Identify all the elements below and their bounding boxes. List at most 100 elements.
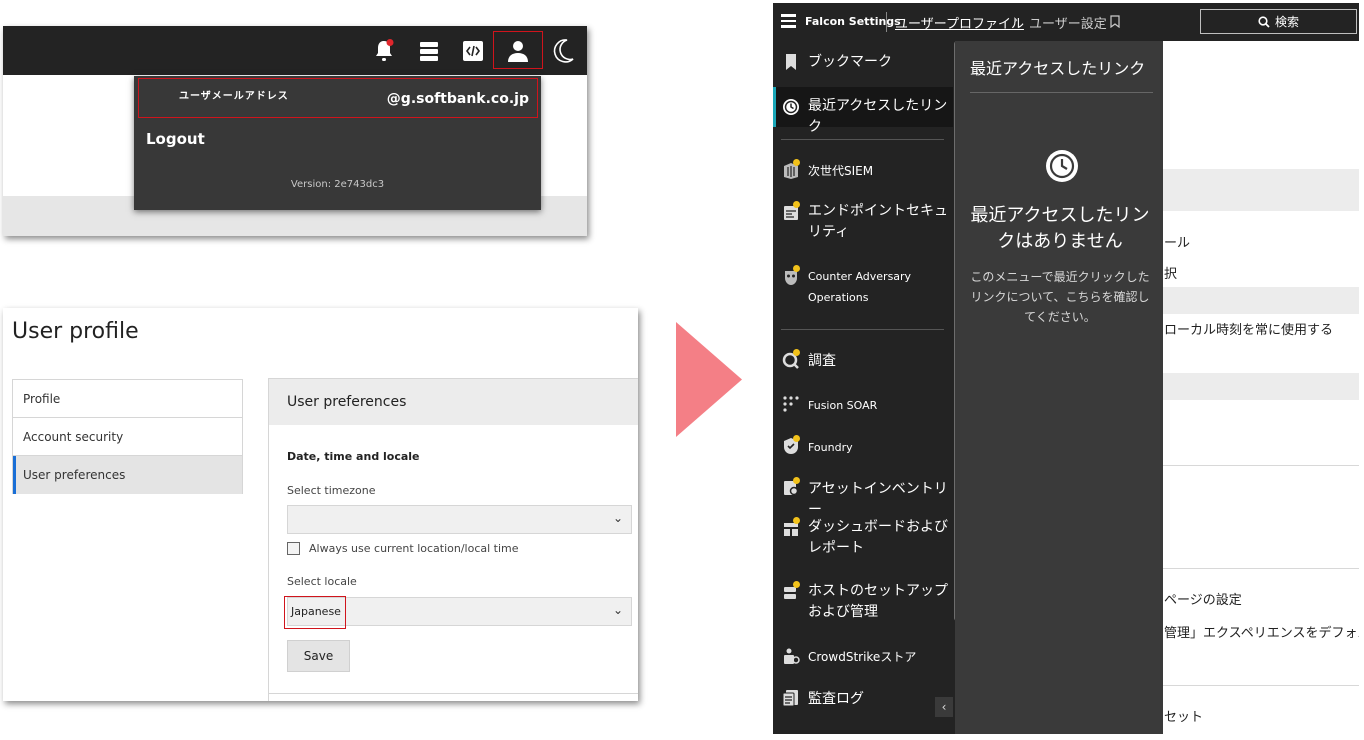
sidebar-item-counter-adversary[interactable]: Counter Adversary Operations [773, 265, 953, 309]
sidebar-item-host-setup[interactable]: ホストのセットアップおよび管理 [773, 581, 953, 625]
email-address: @g.softbank.co.jp [386, 91, 529, 107]
locale-highlight: Japanese [284, 596, 346, 629]
sidebar-item-label: ブックマーク [808, 54, 892, 70]
chevron-down-icon: ⌄ [612, 603, 623, 617]
divider [970, 92, 1153, 93]
sidebar-item-investigate[interactable]: 調査 [773, 349, 953, 373]
sidebar-item-audit-log[interactable]: 監査ログ [773, 687, 953, 711]
recent-links-title: 最近アクセスしたリンク [970, 59, 1146, 78]
email-label: ユーザメールアドレス [179, 91, 289, 102]
sidebar-item-label: ダッシュボードおよびレポート [808, 519, 948, 556]
save-button[interactable]: Save [287, 640, 350, 672]
settings-text: 択 [1164, 267, 1178, 282]
badge-dot [793, 265, 800, 272]
user-icon[interactable] [503, 36, 533, 66]
hamburger-menu-icon[interactable] [781, 14, 796, 28]
settings-section-band [1163, 287, 1359, 314]
sidebar-item-label: 次世代SIEM [808, 164, 874, 178]
sidebar-item-label: Fusion SOAR [808, 399, 878, 412]
sidebar-item-crowdstrike-store[interactable]: CrowdStrikeストア [773, 645, 953, 669]
sidebar-item-dashboards[interactable]: ダッシュボードおよびレポート [773, 517, 953, 561]
empty-state-title: 最近アクセスしたリンクはありません [970, 205, 1150, 252]
bookmark-icon[interactable] [1110, 15, 1120, 28]
divider [781, 139, 944, 140]
nav-item-profile[interactable]: Profile [13, 380, 242, 418]
user-dropdown-menu: ユーザメールアドレス @g.softbank.co.jp Logout Vers… [134, 76, 541, 210]
sidebar-item-label: アセットインベントリー [808, 481, 948, 518]
sidebar-item-label: CrowdStrikeストア [808, 650, 917, 664]
section-title: User preferences [269, 379, 638, 425]
main-sidebar: ブックマーク 最近アクセスしたリンク 次世代SIEM エンドポイントセキュリティ… [773, 41, 955, 734]
user-profile-screenshot: User profile Profile Account security Us… [3, 308, 638, 701]
sidebar-item-asset-inventory[interactable]: アセットインベントリー [773, 477, 953, 518]
settings-text: ール [1164, 236, 1191, 251]
sidebar-item-label: 監査ログ [808, 691, 864, 707]
preferences-panel: User preferences Date, time and locale S… [268, 378, 638, 701]
sidebar-item-fusion-soar[interactable]: Fusion SOAR [773, 393, 953, 417]
nav-item-user-preferences[interactable]: User preferences [13, 456, 242, 494]
nav-item-account-security[interactable]: Account security [13, 418, 242, 456]
code-icon[interactable] [458, 36, 488, 66]
badge-dot [793, 349, 800, 356]
email-highlight: ユーザメールアドレス @g.softbank.co.jp [138, 78, 538, 118]
badge-dot [793, 435, 800, 442]
profile-nav: Profile Account security User preference… [12, 379, 243, 494]
badge-dot [793, 159, 800, 166]
sidebar-item-recent-links[interactable]: 最近アクセスしたリンク [773, 87, 953, 135]
workflow-icon [783, 396, 799, 412]
user-menu-screenshot: ユーザメールアドレス @g.softbank.co.jp Logout Vers… [3, 26, 587, 236]
settings-text: 管理」エクスペリエンスをデフォル [1164, 626, 1359, 641]
page-title: User profile [12, 319, 139, 344]
sidebar-item-label: 最近アクセスしたリンク [808, 98, 948, 135]
badge-dot [793, 517, 800, 524]
collapse-sidebar-button[interactable]: ‹ [935, 697, 953, 717]
logout-link[interactable]: Logout [146, 130, 205, 148]
settings-section-band [1163, 373, 1359, 400]
recent-links-panel: 最近アクセスしたリンク 最近アクセスしたリンクはありません このメニューで最近ク… [955, 41, 1163, 734]
sidebar-item-label: Counter Adversary Operations [808, 270, 912, 304]
search-icon [1258, 15, 1270, 28]
audit-log-icon [782, 690, 798, 707]
falcon-settings-screenshot: ール 択 ローカル時刻を常に使用する ページの設定 管理」エクスペリエンスをデフ… [773, 3, 1359, 734]
moon-icon[interactable] [548, 36, 578, 66]
store-icon [784, 648, 800, 664]
sidebar-item-next-gen-siem[interactable]: 次世代SIEM [773, 159, 953, 183]
settings-text: ローカル時刻を常に使用する [1164, 323, 1334, 338]
badge-dot [793, 477, 800, 484]
divider [269, 693, 638, 694]
checkbox-label: Always use current location/local time [309, 542, 519, 555]
locale-label: Select locale [287, 575, 357, 588]
empty-state-description: このメニューで最近クリックしたリンクについて、こちらを確認してください。 [970, 270, 1150, 324]
badge-dot [793, 581, 800, 588]
settings-text: セット [1164, 710, 1204, 725]
divider [1163, 465, 1359, 466]
timezone-label: Select timezone [287, 484, 376, 497]
clock-icon [783, 99, 799, 115]
divider [886, 12, 887, 32]
breadcrumb-user-profile[interactable]: ユーザープロファイル [895, 13, 1024, 32]
badge-dot [793, 201, 800, 208]
clock-icon [1046, 150, 1078, 182]
chevron-down-icon: ⌄ [612, 511, 623, 525]
stack-icon[interactable] [414, 36, 444, 66]
timezone-select[interactable]: ⌄ [287, 505, 632, 534]
breadcrumb-separator: › [1013, 13, 1019, 28]
breadcrumb-current: ユーザー設定 [1029, 17, 1107, 32]
settings-text: ページの設定 [1164, 593, 1242, 608]
divider [781, 329, 944, 330]
sidebar-item-label: 調査 [808, 353, 836, 369]
search-label: 検索 [1274, 15, 1299, 29]
group-title: Date, time and locale [287, 450, 420, 463]
sidebar-item-foundry[interactable]: Foundry [773, 435, 953, 459]
divider [1163, 568, 1359, 569]
sidebar-item-bookmarks[interactable]: ブックマーク [773, 51, 953, 75]
bell-icon[interactable] [369, 36, 399, 66]
settings-section-band [1163, 169, 1359, 211]
next-step-arrow-icon [676, 322, 742, 437]
locale-value: Japanese [291, 605, 341, 618]
local-time-checkbox[interactable] [287, 542, 300, 555]
divider [1163, 685, 1359, 686]
sidebar-item-endpoint-security[interactable]: エンドポイントセキュリティ [773, 201, 953, 245]
search-button[interactable]: 検索 [1200, 9, 1357, 34]
version-text: Version: 2e743dc3 [290, 179, 385, 190]
